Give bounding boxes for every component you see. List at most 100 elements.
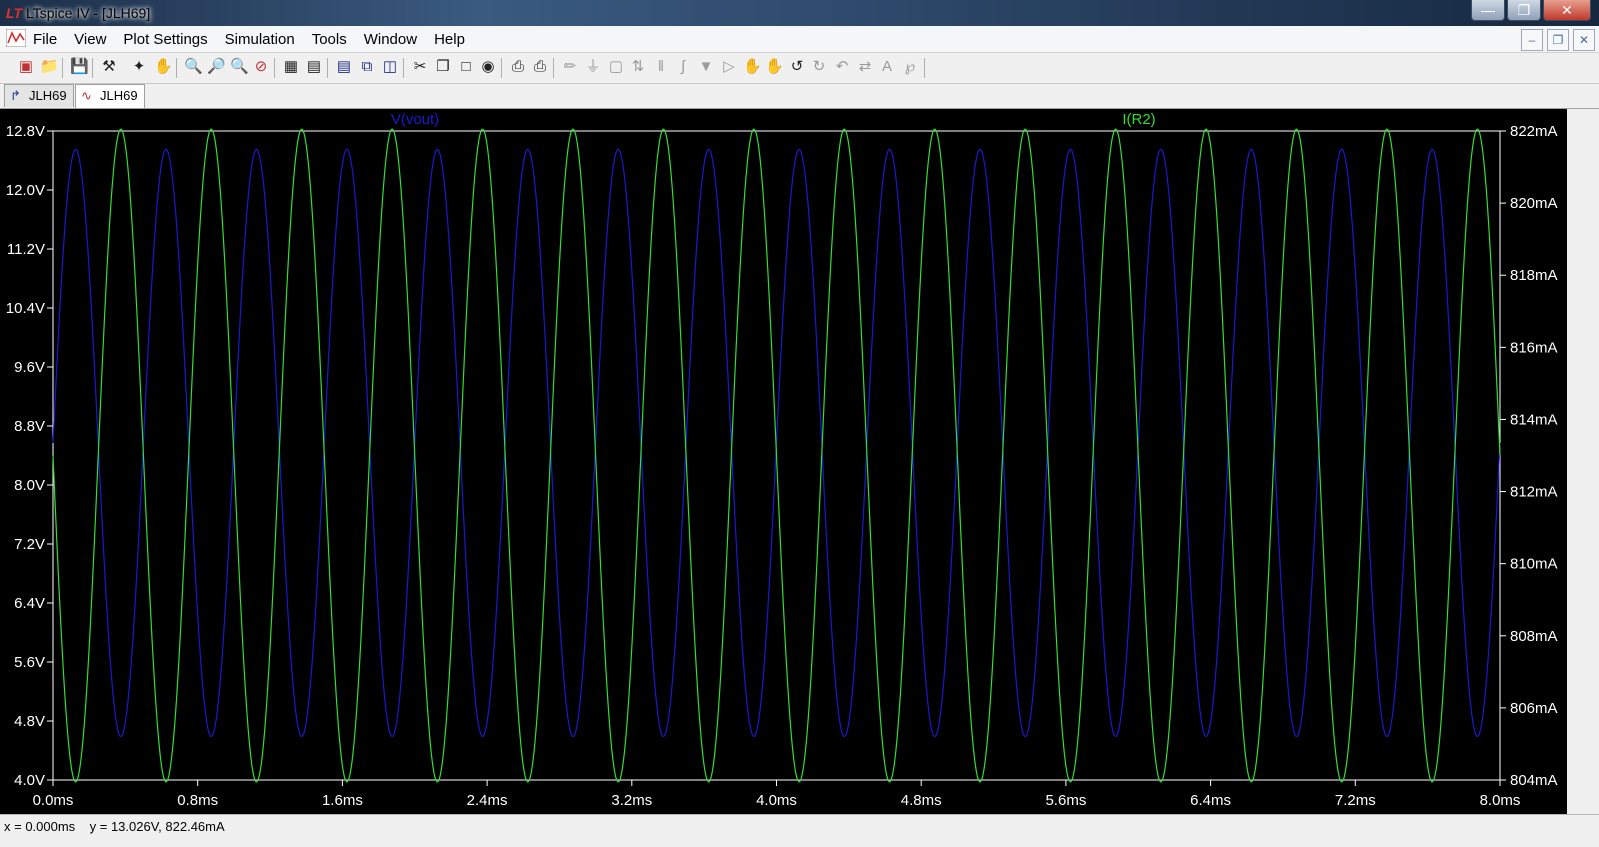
menu-tools[interactable]: Tools <box>312 31 347 48</box>
mdi-close-icon[interactable]: ✕ <box>1573 29 1595 51</box>
status-bar: x = 0.000ms y = 13.026V, 822.46mA <box>0 814 1599 847</box>
y-left-tick-label: 10.4V <box>6 300 45 317</box>
close-icon[interactable]: ✕ <box>1543 0 1591 21</box>
autorange-icon[interactable]: ▦ <box>282 58 300 76</box>
zoom-cancel-icon[interactable]: ⊘ <box>252 58 270 76</box>
mirror-icon[interactable]: ⇄ <box>856 58 874 76</box>
spice-directive-icon[interactable]: ℘ <box>901 58 919 76</box>
x-tick-label: 0.8ms <box>177 792 218 809</box>
capacitor-icon[interactable]: ‖ <box>652 58 670 76</box>
ltspice-logo-icon: LT <box>6 5 23 21</box>
resistor-icon[interactable]: ⇅ <box>629 58 647 76</box>
label-icon[interactable]: ▢ <box>607 58 625 76</box>
print-setup-icon[interactable]: ⎙ <box>509 58 527 76</box>
toolbar-separator <box>274 58 275 78</box>
control-panel-icon[interactable]: ⚒ <box>100 58 118 76</box>
tab-label: JLH69 <box>100 88 138 103</box>
component-icon[interactable]: ▷ <box>720 58 738 76</box>
y-right-tick-label: 810mA <box>1510 556 1558 573</box>
diode-icon[interactable]: ▼ <box>697 58 715 76</box>
cursor-readout: x = 0.000ms y = 13.026V, 822.46mA <box>4 819 225 834</box>
zoom-area-icon[interactable]: 🔎 <box>207 58 226 76</box>
inductor-icon[interactable]: ∫ <box>674 58 692 76</box>
y-left-tick-label: 6.4V <box>14 595 45 612</box>
paste-icon[interactable]: □ <box>457 58 475 76</box>
y-right-tick-label: 814mA <box>1510 411 1558 428</box>
find-icon[interactable]: ◉ <box>479 58 497 76</box>
toolbar-separator <box>176 58 177 78</box>
pause-icon[interactable]: ✋ <box>154 58 173 76</box>
undo-icon[interactable]: ↺ <box>788 58 806 76</box>
y-right-tick-label: 816mA <box>1510 339 1558 356</box>
trace-label-ir2: I(R2) <box>1122 111 1155 128</box>
menu-file[interactable]: File <box>33 31 57 48</box>
zoom-in-icon[interactable]: 🔍 <box>184 58 203 76</box>
menu-simulation[interactable]: Simulation <box>225 31 295 48</box>
menu-help[interactable]: Help <box>434 31 465 48</box>
menu-window[interactable]: Window <box>364 31 417 48</box>
toolbar-separator <box>501 58 502 78</box>
menu-bar: File View Plot Settings Simulation Tools… <box>0 26 1599 53</box>
schematic-icon: ↱ <box>10 88 21 103</box>
ground-icon[interactable]: ⏚ <box>584 58 602 76</box>
waveform-plot[interactable]: 0.0ms 0.8ms 1.6ms 2.4ms 3.2ms 4.0ms 4.8ms 5.6ms… <box>0 109 1567 814</box>
y-right-tick-label: 812mA <box>1510 484 1558 501</box>
toolbar-separator <box>403 58 404 78</box>
save-icon[interactable]: 💾 <box>70 58 89 76</box>
tile-horizontal-icon[interactable]: ▤ <box>335 58 353 76</box>
x-tick-label: 3.2ms <box>611 792 652 809</box>
mdi-minimize-icon[interactable]: – <box>1521 29 1543 51</box>
fit-icon[interactable]: ▤ <box>305 58 323 76</box>
menu-view[interactable]: View <box>74 31 106 48</box>
x-tick-label: 4.0ms <box>756 792 797 809</box>
maximize-icon[interactable]: ❐ <box>1507 0 1541 21</box>
y-left-tick-label: 11.2V <box>7 241 45 258</box>
y-right-tick-label: 822mA <box>1510 123 1558 140</box>
mdi-restore-icon[interactable]: ❐ <box>1547 29 1569 51</box>
tile-vertical-icon[interactable]: ◫ <box>381 58 399 76</box>
window-title: LTspice IV - [JLH69] <box>26 5 151 21</box>
tab-schematic[interactable]: ↱ JLH69 <box>4 84 74 107</box>
rotate-icon[interactable]: ↶ <box>833 58 851 76</box>
y-left-tick-label: 5.6V <box>14 654 45 671</box>
x-tick-label: 4.8ms <box>901 792 942 809</box>
toolbar: ▣ 📁 💾 ⚒ ✦ ✋ 🔍 🔎 🔍 ⊘ ▦ ▤ ▤ ⧉ ◫ ✂ ❐ □ ◉ ⎙ … <box>0 53 1599 84</box>
x-tick-label: 5.6ms <box>1045 792 1086 809</box>
right-gutter <box>1567 109 1599 814</box>
y-left-tick-label: 12.0V <box>6 182 45 199</box>
y-left-tick-label: 8.0V <box>14 477 45 494</box>
tab-waveform[interactable]: ∿ JLH69 <box>75 84 145 108</box>
waveform-icon: ∿ <box>81 88 92 103</box>
waveform-viewer[interactable]: 0.0ms 0.8ms 1.6ms 2.4ms 3.2ms 4.0ms 4.8ms 5.6ms… <box>0 109 1567 814</box>
y-left-tick-label: 4.0V <box>14 772 45 789</box>
print-icon[interactable]: ⎙ <box>531 58 549 76</box>
cascade-icon[interactable]: ⧉ <box>358 58 376 76</box>
x-tick-label: 0.0ms <box>33 792 74 809</box>
menu-plot-settings[interactable]: Plot Settings <box>123 31 207 48</box>
minimize-icon[interactable]: — <box>1471 0 1505 21</box>
trace-label-vout: V(vout) <box>391 111 439 128</box>
y-right-tick-label: 806mA <box>1510 700 1558 717</box>
x-tick-label: 6.4ms <box>1190 792 1231 809</box>
y-left-tick-label: 12.8V <box>6 123 45 140</box>
copy-icon[interactable]: ❐ <box>434 58 452 76</box>
y-right-tick-label: 808mA <box>1510 628 1558 645</box>
toolbar-separator <box>553 58 554 78</box>
y-right-tick-label: 820mA <box>1510 195 1558 212</box>
y-right-tick-label: 804mA <box>1510 772 1558 789</box>
wire-icon[interactable]: ✏ <box>561 58 579 76</box>
zoom-out-icon[interactable]: 🔍 <box>230 58 249 76</box>
waveform-app-icon[interactable] <box>6 29 26 47</box>
document-tabs: ↱ JLH69 ∿ JLH69 <box>0 84 1599 109</box>
run-icon[interactable]: ✦ <box>130 58 148 76</box>
new-schematic-icon[interactable]: ▣ <box>17 58 35 76</box>
redo-icon[interactable]: ↻ <box>810 58 828 76</box>
drag-icon[interactable]: ✋ <box>765 58 784 76</box>
text-icon[interactable]: A <box>878 58 896 76</box>
toolbar-separator <box>924 58 925 78</box>
window-controls: — ❐ ✕ <box>1469 0 1591 21</box>
cut-icon[interactable]: ✂ <box>411 58 429 76</box>
move-icon[interactable]: ✋ <box>743 58 762 76</box>
open-icon[interactable]: 📁 <box>40 58 59 76</box>
series-line-ir2 <box>52 128 1501 783</box>
